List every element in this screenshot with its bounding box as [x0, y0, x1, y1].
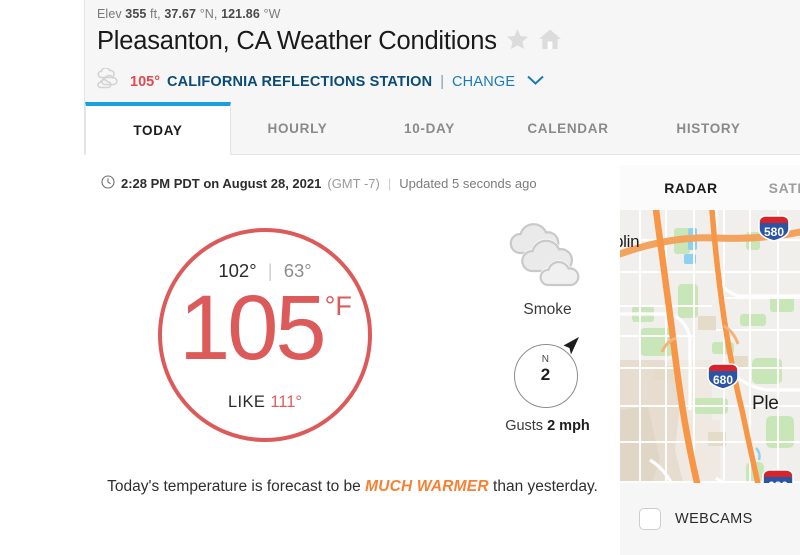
map-tab-radar-label: RADAR [664, 179, 718, 196]
webcams-toggle[interactable]: WEBCAMS [620, 483, 800, 555]
wind-module: N 2 Gusts 2 mph [475, 335, 620, 434]
map-label-pleasanton: Ple [752, 393, 779, 414]
forecast-narrative: Today's temperature is forecast to be MU… [105, 475, 600, 499]
latitude-value: 37.67 [164, 7, 197, 21]
svg-text:680: 680 [713, 373, 733, 387]
webcams-checkbox[interactable] [639, 508, 661, 530]
feels-like-label: LIKE [227, 393, 266, 411]
tab-strip: TODAY HOURLY 10-DAY CALENDAR HISTORY [85, 102, 800, 155]
station-separator: | [440, 73, 444, 90]
map-tab-list: RADAR SATE [620, 165, 800, 214]
tab-today[interactable]: TODAY [85, 102, 231, 155]
feels-like-row: LIKE 111° [162, 393, 368, 412]
observation-updated: Updated 5 seconds ago [399, 176, 537, 191]
tab-list: TODAY HOURLY 10-DAY CALENDAR HISTORY [85, 102, 776, 155]
tab-history[interactable]: HISTORY [641, 102, 776, 155]
page-header: Elev 355 ft, 37.67 °N, 121.86 °W Pleasan… [85, 0, 800, 102]
narrative-emphasis: MUCH WARMER [365, 478, 489, 495]
tab-hourly[interactable]: HOURLY [231, 102, 364, 155]
wind-speed: 2 [540, 365, 551, 384]
observation-gmt: (GMT -7) [327, 176, 380, 191]
weather-page: Elev 355 ft, 37.67 °N, 121.86 °W Pleasan… [0, 0, 800, 555]
smoke-cloud-icon [95, 67, 123, 95]
map-label-dublin: blin [620, 232, 640, 251]
observation-time: 2:28 PM PDT on August 28, 2021 [121, 176, 322, 191]
longitude-value: 121.86 [221, 7, 260, 21]
latitude-unit: °N, [199, 7, 218, 21]
webcams-label: WEBCAMS [675, 511, 753, 527]
page-title: Pleasanton, CA Weather Conditions [97, 27, 497, 55]
current-temperature-value: 105 [179, 277, 326, 379]
observation-divider: | [387, 176, 392, 191]
smoke-clouds-icon [475, 221, 620, 293]
longitude-unit: °W [263, 7, 281, 21]
narrative-before: Today's temperature is forecast to be [107, 478, 366, 495]
elev-value: 355 [125, 7, 147, 21]
wind-gusts: Gusts 2 mph [505, 418, 590, 434]
wind-dial: N 2 [511, 335, 585, 409]
map-panel: RADAR SATE [620, 165, 800, 555]
tab-10-day[interactable]: 10-DAY [364, 102, 495, 155]
clock-icon [101, 175, 115, 192]
temperature-unit: °F [324, 291, 352, 321]
condition-and-wind-column: Smoke N 2 Gusts 2 mph [475, 221, 620, 434]
elev-prefix: Elev [97, 7, 122, 21]
feels-like-value: 111° [270, 393, 303, 411]
tab-calendar[interactable]: CALENDAR [495, 102, 641, 155]
gusts-value: 2 mph [547, 418, 590, 434]
current-temperature: 105°F [162, 282, 368, 374]
title-row: Pleasanton, CA Weather Conditions [97, 27, 562, 56]
observation-timestamp: 2:28 PM PDT on August 28, 2021 (GMT -7) … [101, 175, 537, 192]
wind-direction-arrow-icon [557, 335, 583, 366]
station-name: CALIFORNIA REFLECTIONS STATION [167, 73, 433, 90]
star-icon[interactable] [506, 28, 529, 55]
gusts-label: Gusts [505, 418, 544, 434]
condition-label: Smoke [523, 301, 572, 318]
chevron-down-icon[interactable] [526, 73, 545, 91]
map-tab-radar[interactable]: RADAR [640, 165, 742, 214]
station-row: 105° CALIFORNIA REFLECTIONS STATION | CH… [95, 67, 545, 95]
elev-unit: ft, [150, 7, 161, 21]
change-station-link[interactable]: CHANGE [452, 74, 515, 90]
home-icon[interactable] [538, 28, 562, 55]
svg-text:580: 580 [764, 225, 784, 239]
current-temperature-circle: 102° | 63° 105°F LIKE 111° [158, 228, 372, 442]
narrative-after: than yesterday. [488, 478, 598, 495]
map-tab-satellite[interactable]: SATE [748, 165, 800, 210]
station-temperature: 105° [130, 73, 160, 90]
today-panel: 2:28 PM PDT on August 28, 2021 (GMT -7) … [85, 155, 620, 555]
elevation-coordinates: Elev 355 ft, 37.67 °N, 121.86 °W [97, 7, 281, 21]
